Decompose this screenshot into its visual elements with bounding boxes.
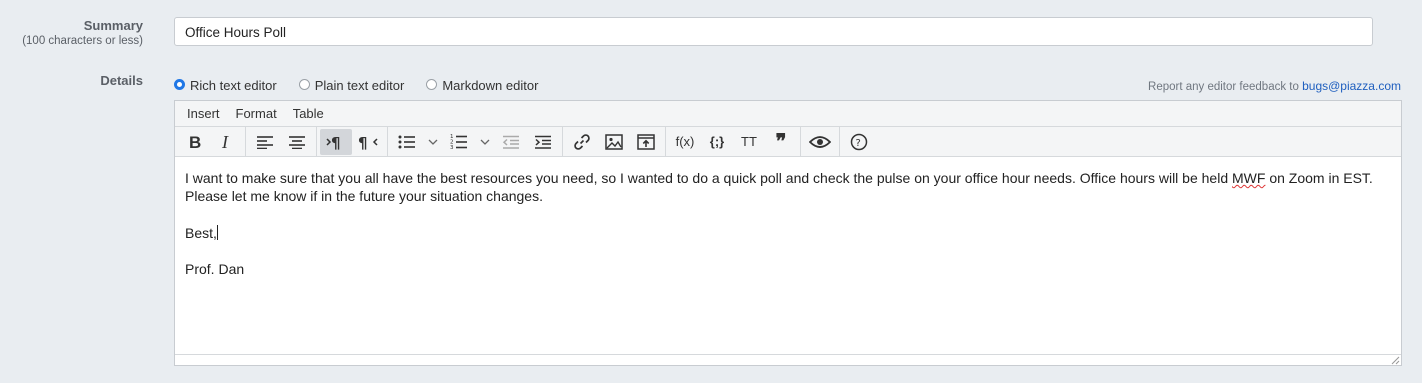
italic-button[interactable]: I	[210, 129, 242, 155]
toolbar-group-preview	[801, 127, 840, 156]
summary-label-group: Summary (100 characters or less)	[0, 18, 143, 47]
details-label: Details	[100, 73, 143, 88]
rtl-paragraph-icon: ¶	[358, 134, 378, 150]
menu-format[interactable]: Format	[228, 106, 285, 121]
svg-text:3: 3	[450, 145, 454, 150]
bold-icon: B	[189, 134, 201, 150]
svg-text:I: I	[221, 134, 229, 150]
italic-icon: I	[221, 134, 229, 150]
chevron-down-icon	[428, 139, 438, 145]
misspelled-word: MWF	[1232, 170, 1266, 186]
rich-text-radio[interactable]	[174, 79, 185, 90]
paragraph-1-text-a: I want to make sure that you all have th…	[185, 170, 1232, 186]
bullet-list-icon	[398, 135, 415, 148]
indent-icon	[535, 135, 551, 149]
ltr-paragraph-button[interactable]: ¶	[320, 128, 352, 155]
markdown-label[interactable]: Markdown editor	[442, 78, 538, 93]
svg-text:¶: ¶	[331, 134, 341, 150]
bullet-list-dropdown[interactable]	[423, 129, 443, 155]
preview-button[interactable]	[804, 129, 836, 155]
indent-button[interactable]	[527, 129, 559, 155]
editor-menubar: Insert Format Table	[175, 101, 1401, 126]
upload-icon	[637, 133, 655, 150]
function-button[interactable]: f(x)	[669, 129, 701, 155]
content-paragraph-2: Best,	[185, 224, 1391, 242]
summary-input[interactable]: Office Hours Poll	[174, 17, 1373, 46]
feedback-text: Report any editor feedback to	[1148, 81, 1299, 93]
menu-table[interactable]: Table	[285, 106, 332, 121]
summary-sublabel: (100 characters or less)	[22, 35, 143, 47]
content-paragraph-3: Prof. Dan	[185, 261, 245, 277]
svg-text:B: B	[189, 134, 201, 150]
toolbar-group-align	[246, 127, 317, 156]
align-center-button[interactable]	[281, 129, 313, 155]
menu-insert[interactable]: Insert	[179, 106, 228, 121]
bullet-list-button[interactable]	[391, 129, 423, 155]
rich-text-label[interactable]: Rich text editor	[190, 78, 277, 93]
summary-label: Summary	[83, 18, 143, 33]
image-icon	[605, 133, 623, 150]
align-center-icon	[289, 135, 305, 149]
numbered-list-icon: 123	[450, 134, 467, 150]
text-caret	[216, 224, 218, 240]
paragraph-2-text: Best,	[185, 224, 217, 241]
code-button[interactable]: {;}	[701, 129, 733, 155]
align-left-button[interactable]	[249, 129, 281, 155]
help-button[interactable]: ?	[843, 129, 875, 155]
markdown-radio[interactable]	[426, 79, 438, 90]
align-left-icon	[257, 135, 273, 149]
blockquote-button[interactable]: ❞	[765, 129, 797, 155]
editor-content-area[interactable]: I want to make sure that you all have th…	[175, 157, 1401, 278]
plain-text-label[interactable]: Plain text editor	[315, 78, 405, 93]
content-paragraph-1: I want to make sure that you all have th…	[185, 169, 1391, 205]
toolbar-group-special: f(x) {;} TT ❞	[666, 127, 801, 156]
toolbar-group-format: B I	[175, 127, 246, 156]
numbered-list-button[interactable]: 123	[443, 129, 475, 155]
svg-text:¶: ¶	[358, 134, 368, 150]
teletype-button[interactable]: TT	[733, 129, 765, 155]
toolbar-group-help: ?	[840, 127, 878, 156]
link-button[interactable]	[566, 129, 598, 155]
ltr-paragraph-icon: ¶	[326, 134, 341, 150]
plain-text-radio[interactable]	[298, 79, 310, 90]
markdown-editor-option[interactable]: Markdown editor	[426, 77, 538, 93]
rich-text-editor-option[interactable]: Rich text editor	[174, 77, 277, 93]
editor-feedback-note: Report any editor feedback to bugs@piazz…	[1148, 79, 1401, 93]
toolbar-group-insert	[563, 127, 666, 156]
toolbar-group-lists: 123	[388, 127, 563, 156]
eye-icon	[809, 135, 831, 148]
help-icon: ?	[850, 133, 868, 150]
details-label-group: Details	[0, 73, 143, 88]
svg-text:?: ?	[856, 138, 861, 149]
resize-handle-icon[interactable]	[1391, 356, 1400, 365]
toolbar-group-direction: ¶ ¶	[317, 127, 388, 156]
outdent-icon	[502, 135, 519, 149]
plain-text-editor-option[interactable]: Plain text editor	[298, 77, 405, 93]
chevron-down-icon	[480, 139, 490, 145]
image-button[interactable]	[598, 129, 630, 155]
editor-mode-selector: Rich text editor Plain text editor Markd…	[174, 77, 560, 93]
numbered-list-dropdown[interactable]	[475, 129, 495, 155]
editor-toolbar: B I ¶ ¶ 1 2 3 f(x) {;} TT ❞ ?	[175, 126, 1401, 157]
rich-text-editor: Insert Format Table B I ¶ ¶ 1 2 3 f(x) {…	[174, 100, 1402, 366]
outdent-button[interactable]	[495, 129, 527, 155]
link-icon	[574, 133, 590, 150]
upload-embed-button[interactable]	[630, 129, 662, 155]
bold-button[interactable]: B	[178, 129, 210, 155]
editor-statusbar	[175, 354, 1401, 365]
rtl-paragraph-button[interactable]: ¶	[352, 129, 384, 155]
feedback-email-link[interactable]: bugs@piazza.com	[1302, 79, 1401, 93]
